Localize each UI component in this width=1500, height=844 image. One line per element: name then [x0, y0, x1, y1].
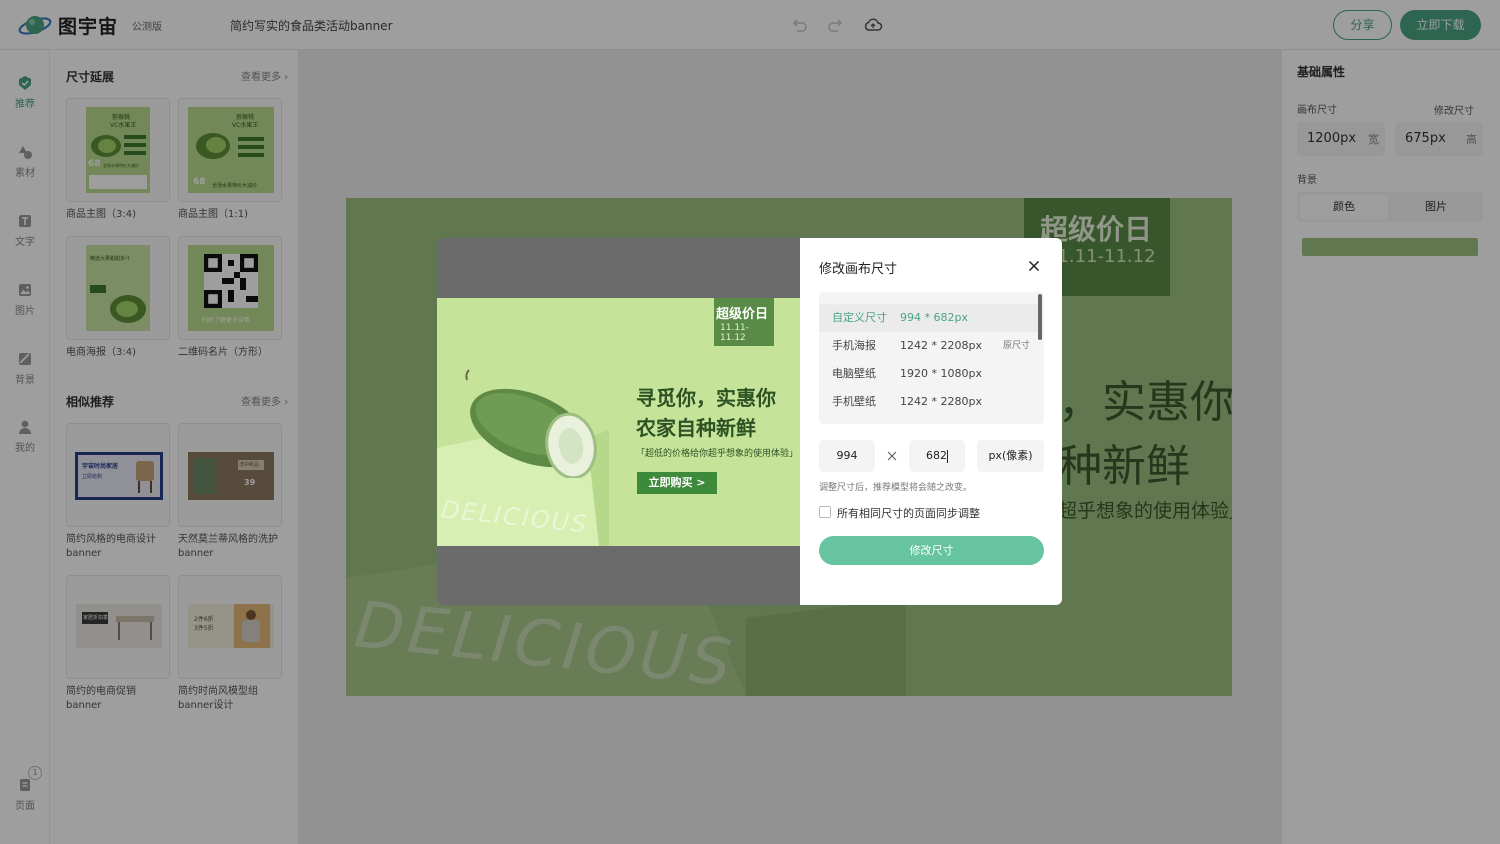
preset-size-option[interactable]: 电脑壁纸 1920 * 1080px	[819, 360, 1039, 388]
preview-headline-2: 农家自种新鲜	[636, 416, 756, 440]
dialog-title: 修改画布尺寸	[819, 262, 898, 277]
multiply-icon	[887, 451, 897, 461]
preset-size-option[interactable]: 手机壁纸 1242 * 2280px	[819, 388, 1039, 416]
preset-size-option[interactable]: 自定义尺寸 994 * 682px	[819, 304, 1039, 332]
preview-price-badge: 超级价日 11.11-11.12	[714, 298, 774, 346]
apply-resize-button[interactable]: 修改尺寸	[819, 536, 1044, 565]
sync-pages-label[interactable]: 所有相同尺寸的页面同步调整	[837, 505, 980, 521]
modal-preview-pane: 超级价日 11.11-11.12 寻觅你，实惠你 农家自种新鲜 「超低的价格给你…	[437, 238, 800, 605]
preset-size-option[interactable]: 手机海报 1242 * 2208px 原尺寸	[819, 332, 1039, 360]
resize-hint: 调整尺寸后，推荐模型将会随之改变。	[819, 483, 973, 493]
resize-preview: 超级价日 11.11-11.12 寻觅你，实惠你 农家自种新鲜 「超低的价格给你…	[437, 298, 800, 546]
preview-headline-1: 寻觅你，实惠你	[636, 386, 776, 410]
preview-buy-button: 立即购买 >	[637, 472, 717, 494]
height-input[interactable]: 682	[909, 440, 965, 472]
resize-canvas-dialog: 修改画布尺寸 自定义尺寸 994 * 682px 手机海报 1242 * 220…	[800, 238, 1062, 605]
close-icon[interactable]	[1026, 258, 1042, 274]
text-cursor	[947, 449, 948, 463]
unit-select[interactable]: px(像素)	[977, 440, 1044, 472]
width-input[interactable]: 994	[819, 440, 875, 472]
list-scrollbar[interactable]	[1038, 294, 1042, 340]
preview-subline: 「超低的价格给你超乎想象的使用体验」	[636, 449, 799, 459]
winter-melon-illustration	[465, 369, 597, 478]
preset-size-list[interactable]: 自定义尺寸 994 * 682px 手机海报 1242 * 2208px 原尺寸…	[819, 292, 1044, 424]
sync-pages-checkbox[interactable]	[819, 506, 831, 518]
